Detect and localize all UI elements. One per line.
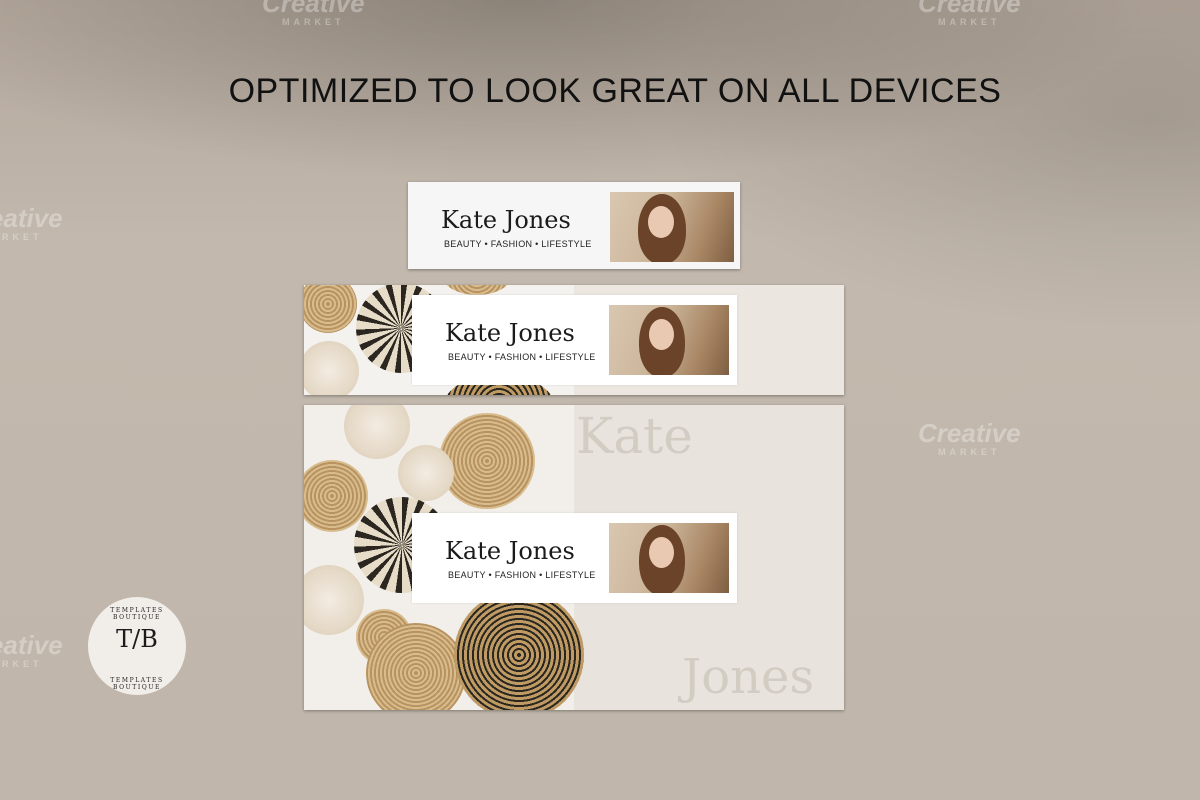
mobile-banner-preview: Kate Jones BEAUTY • FASHION • LIFESTYLE: [408, 182, 740, 269]
profile-name: Kate Jones: [441, 206, 571, 234]
watermark: CreativeMARKET: [918, 0, 1021, 27]
headline: OPTIMIZED TO LOOK GREAT ON ALL DEVICES: [228, 72, 1002, 110]
profile-card: Kate Jones BEAUTY • FASHION • LIFESTYLE: [412, 513, 737, 603]
logo-monogram: T/B: [116, 625, 158, 653]
backdrop-word: Jones: [682, 649, 815, 705]
profile-name: Kate Jones: [445, 319, 575, 347]
watermark: CreativeMARKET: [918, 418, 1021, 457]
desktop-banner-preview: Kate Jones Kate Jones BEAUTY • FASHION •…: [304, 405, 844, 710]
templates-boutique-logo: TEMPLATES BOUTIQUE T/B TEMPLATES BOUTIQU…: [88, 597, 186, 695]
profile-card: Kate Jones BEAUTY • FASHION • LIFESTYLE: [412, 295, 737, 385]
profile-tagline: BEAUTY • FASHION • LIFESTYLE: [444, 239, 592, 249]
woven-basket: [439, 413, 535, 509]
watermark: CreativeMARKET: [0, 630, 63, 669]
backdrop-word: Kate: [576, 407, 693, 465]
tablet-banner-preview: Kate Jones BEAUTY • FASHION • LIFESTYLE: [304, 285, 844, 395]
portrait-photo: [610, 192, 734, 262]
profile-name: Kate Jones: [445, 537, 575, 565]
woven-basket: [454, 590, 584, 710]
portrait-photo: [609, 523, 729, 593]
woven-basket: [398, 445, 454, 501]
watermark: CreativeMARKET: [0, 203, 63, 242]
profile-tagline: BEAUTY • FASHION • LIFESTYLE: [448, 570, 596, 580]
portrait-photo: [609, 305, 729, 375]
profile-tagline: BEAUTY • FASHION • LIFESTYLE: [448, 352, 596, 362]
watermark: CreativeMARKET: [262, 0, 365, 27]
logo-ring-text: TEMPLATES BOUTIQUE: [110, 677, 164, 691]
logo-ring-text: TEMPLATES BOUTIQUE: [110, 607, 164, 621]
